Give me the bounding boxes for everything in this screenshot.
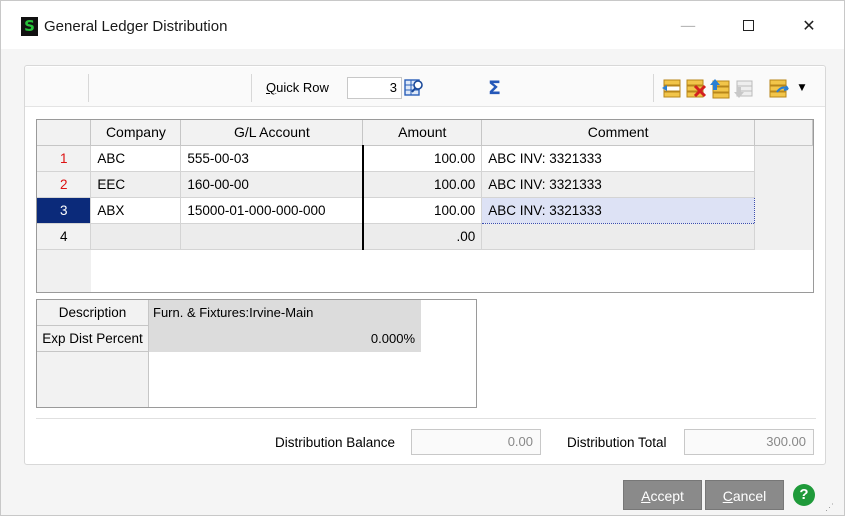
- column-header-gl-account[interactable]: G/L Account: [180, 120, 364, 146]
- insert-row-button[interactable]: [661, 77, 683, 99]
- move-row-down-button[interactable]: [733, 77, 755, 99]
- minimize-button[interactable]: —: [668, 13, 708, 39]
- column-header-comment[interactable]: Comment: [481, 120, 756, 146]
- amount-cell[interactable]: 100.00: [361, 145, 483, 172]
- gl-account-cell[interactable]: [180, 223, 364, 250]
- column-header-amount[interactable]: Amount: [362, 120, 483, 146]
- column-header-filler: [754, 120, 813, 146]
- comment-cell[interactable]: ABC INV: 3321333: [481, 171, 756, 198]
- company-cell[interactable]: ABX: [90, 197, 182, 224]
- window-title: General Ledger Distribution: [44, 18, 228, 35]
- help-button[interactable]: ?: [793, 484, 815, 506]
- table-row[interactable]: 4 .00: [37, 223, 813, 250]
- distribution-table: Company G/L Account Amount Comment 1 ABC…: [37, 120, 813, 250]
- quick-row-lookup-button[interactable]: [403, 77, 425, 99]
- help-icon: ?: [799, 486, 809, 503]
- row-number[interactable]: 2: [37, 171, 92, 198]
- gl-account-cell[interactable]: 555-00-03: [180, 145, 364, 172]
- comment-cell-focused[interactable]: ABC INV: 3321333: [481, 196, 756, 224]
- distribution-total-field: 300.00: [684, 429, 814, 455]
- quick-row-label: Quick Row: [266, 80, 329, 95]
- delete-row-button[interactable]: [685, 77, 707, 99]
- amount-cell[interactable]: 100.00: [361, 171, 483, 198]
- move-up-icon: [710, 79, 730, 99]
- comment-cell[interactable]: ABC INV: 3321333: [481, 145, 756, 172]
- accept-button[interactable]: Accept: [623, 480, 702, 510]
- table-row[interactable]: 2 EEC 160-00-00 100.00 ABC INV: 3321333: [37, 171, 813, 198]
- move-down-icon: [734, 80, 753, 98]
- grid-options-icon: [769, 79, 789, 98]
- chevron-down-icon[interactable]: ▼: [796, 77, 808, 99]
- sage-app-icon: S: [21, 17, 38, 36]
- company-cell[interactable]: EEC: [90, 171, 182, 198]
- grid-filler: [754, 145, 813, 171]
- exp-dist-percent-label: Exp Dist Percent: [37, 326, 149, 352]
- maximize-button[interactable]: [728, 13, 768, 39]
- quick-row-input[interactable]: 3: [347, 77, 402, 99]
- table-row[interactable]: 1 ABC 555-00-03 100.00 ABC INV: 3321333: [37, 145, 813, 172]
- grid-empty-area: [91, 250, 813, 292]
- distribution-balance-field: 0.00: [411, 429, 541, 455]
- grid-filler: [754, 197, 813, 223]
- distribution-balance-label: Distribution Balance: [275, 435, 396, 450]
- row-number[interactable]: 1: [37, 145, 92, 172]
- title-bar: S General Ledger Distribution — ✕: [1, 1, 844, 49]
- insert-row-icon: [662, 79, 681, 98]
- distribution-grid: Company G/L Account Amount Comment 1 ABC…: [36, 119, 814, 293]
- description-value: Furn. & Fixtures:Irvine-Main: [149, 300, 421, 326]
- description-label: Description: [37, 300, 149, 326]
- grid-search-icon: [404, 79, 423, 96]
- gl-account-cell[interactable]: 160-00-00: [180, 171, 364, 198]
- company-cell[interactable]: ABC: [90, 145, 182, 172]
- divider: [36, 418, 816, 419]
- toolbar-separator: [653, 74, 654, 102]
- toolbar-separator: [88, 74, 89, 102]
- delete-row-icon: [686, 79, 707, 98]
- distribution-total-label: Distribution Total: [567, 435, 667, 450]
- exp-dist-percent-value: 0.000%: [149, 326, 421, 352]
- row-number[interactable]: 3: [37, 197, 92, 224]
- table-row-selected[interactable]: 3 ABX 15000-01-000-000-000 100.00 ABC IN…: [37, 196, 813, 224]
- grid-toolbar: Quick Row 3 Σ ▼: [25, 67, 825, 107]
- sigma-icon: Σ: [488, 77, 501, 99]
- sum-button[interactable]: Σ: [488, 77, 506, 99]
- company-cell[interactable]: [90, 223, 182, 250]
- row-number[interactable]: 4: [37, 223, 92, 250]
- move-row-up-button[interactable]: [709, 77, 731, 99]
- column-header-rownum: [37, 120, 92, 146]
- grid-filler: [754, 223, 813, 249]
- grid-options-button[interactable]: [768, 77, 790, 99]
- maximize-icon: [742, 20, 754, 31]
- grid-filler: [754, 171, 813, 197]
- details-label-column: [37, 352, 149, 407]
- gl-distribution-window: S General Ledger Distribution — ✕ Quick …: [0, 0, 845, 516]
- details-panel: Description Furn. & Fixtures:Irvine-Main…: [36, 299, 477, 408]
- close-button[interactable]: ✕: [789, 13, 829, 39]
- comment-cell[interactable]: [481, 223, 756, 250]
- resize-grip-icon[interactable]: ⋰: [825, 501, 839, 513]
- table-header-row: Company G/L Account Amount Comment: [37, 120, 813, 146]
- amount-cell[interactable]: 100.00: [361, 197, 483, 224]
- column-header-company[interactable]: Company: [90, 120, 182, 146]
- cancel-button[interactable]: Cancel: [705, 480, 784, 510]
- gl-account-cell[interactable]: 15000-01-000-000-000: [180, 197, 364, 224]
- amount-cell[interactable]: .00: [361, 223, 483, 250]
- toolbar-separator: [251, 74, 252, 102]
